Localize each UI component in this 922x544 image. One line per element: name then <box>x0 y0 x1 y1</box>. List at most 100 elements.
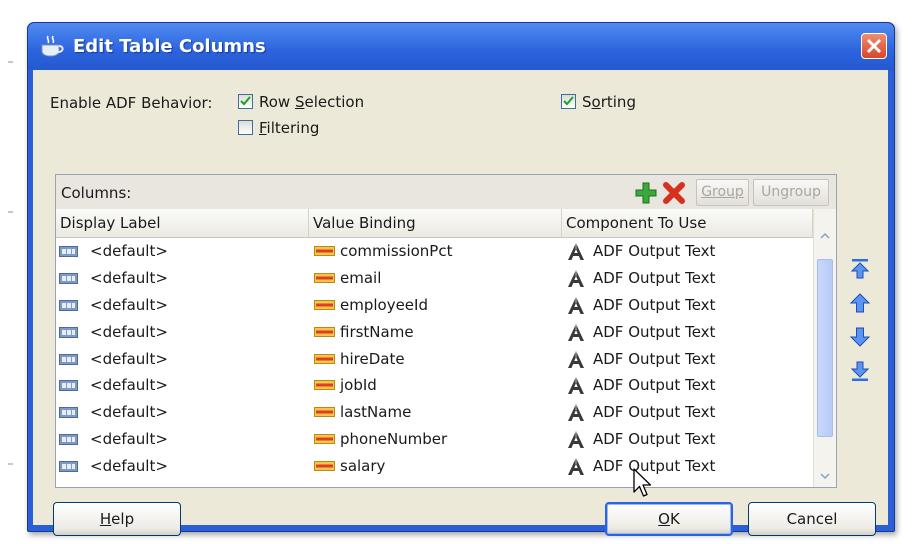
display-label-cell[interactable]: <default> <box>56 265 309 292</box>
binding-icon <box>314 407 335 418</box>
title-bar[interactable]: Edit Table Columns <box>28 23 894 70</box>
help-button[interactable]: Help <box>53 502 181 536</box>
display-label-text: <default> <box>90 403 168 422</box>
table-row[interactable]: <default> lastName ADF Output Text <box>56 399 813 426</box>
value-binding-cell[interactable]: firstName <box>309 319 562 346</box>
move-bottom-icon[interactable] <box>849 360 871 382</box>
value-binding-text: lastName <box>340 403 412 422</box>
vertical-scrollbar[interactable] <box>813 209 836 487</box>
ok-button[interactable]: OK <box>605 502 733 536</box>
component-cell[interactable]: ADF Output Text <box>562 453 813 480</box>
display-label-text: <default> <box>90 295 168 314</box>
value-binding-cell[interactable]: lastName <box>309 399 562 426</box>
component-text: ADF Output Text <box>593 457 716 476</box>
edge-mark <box>8 211 13 213</box>
value-binding-cell[interactable]: jobId <box>309 372 562 399</box>
display-label-cell[interactable]: <default> <box>56 319 309 346</box>
display-label-cell[interactable]: <default> <box>56 453 309 480</box>
scroll-up-arrow-icon[interactable] <box>817 229 833 243</box>
dialog-title: Edit Table Columns <box>73 36 266 57</box>
table-row[interactable]: <default> jobId ADF Output Text <box>56 372 813 399</box>
component-cell[interactable]: ADF Output Text <box>562 238 813 265</box>
component-cell[interactable]: ADF Output Text <box>562 372 813 399</box>
display-label-cell[interactable]: <default> <box>56 372 309 399</box>
component-text: ADF Output Text <box>593 268 716 287</box>
display-label-text: <default> <box>90 349 168 368</box>
component-cell[interactable]: ADF Output Text <box>562 292 813 319</box>
display-label-cell[interactable]: <default> <box>56 426 309 453</box>
table-row[interactable]: <default> employeeId ADF Output Text <box>56 292 813 319</box>
table-row[interactable]: <default> salary ADF Output Text <box>56 453 813 480</box>
output-text-icon <box>568 323 584 341</box>
text-field-icon <box>59 380 78 392</box>
output-text-icon <box>568 431 584 449</box>
group-button[interactable]: Group <box>696 179 749 206</box>
text-field-icon <box>59 434 78 446</box>
add-plus-icon[interactable] <box>634 181 658 205</box>
column-header-value-binding[interactable]: Value Binding <box>309 209 562 237</box>
column-header-component[interactable]: Component To Use <box>562 209 813 237</box>
display-label-cell[interactable]: <default> <box>56 238 309 265</box>
component-cell[interactable]: ADF Output Text <box>562 319 813 346</box>
table-row[interactable]: <default> email ADF Output Text <box>56 265 813 292</box>
component-cell[interactable]: ADF Output Text <box>562 346 813 373</box>
binding-icon <box>314 434 335 445</box>
filtering-checkbox[interactable] <box>238 120 253 135</box>
output-text-icon <box>568 269 584 287</box>
value-binding-text: hireDate <box>340 349 405 368</box>
output-text-icon <box>568 404 584 422</box>
value-binding-cell[interactable]: hireDate <box>309 346 562 373</box>
close-icon <box>866 38 882 54</box>
sorting-checkbox[interactable] <box>561 94 576 109</box>
output-text-icon <box>568 458 584 476</box>
scrollbar-thumb[interactable] <box>817 259 833 437</box>
value-binding-cell[interactable]: email <box>309 265 562 292</box>
table-row[interactable]: <default> commissionPct ADF Output Text <box>56 238 813 265</box>
edit-table-columns-dialog: Edit Table Columns Enable ADF Behavior: … <box>27 22 895 536</box>
binding-icon <box>314 246 335 256</box>
output-text-icon <box>568 296 584 314</box>
value-binding-cell[interactable]: phoneNumber <box>309 426 562 453</box>
display-label-text: <default> <box>90 242 168 260</box>
filtering-label[interactable]: Filtering <box>259 119 319 137</box>
component-text: ADF Output Text <box>593 242 716 260</box>
component-text: ADF Output Text <box>593 295 716 314</box>
move-top-icon[interactable] <box>849 258 871 280</box>
checkmark-icon <box>563 96 574 106</box>
table-body: <default> commissionPct ADF Output Text <de… <box>56 238 813 480</box>
display-label-cell[interactable]: <default> <box>56 399 309 426</box>
close-button[interactable] <box>861 33 887 59</box>
row-selection-label[interactable]: Row Selection <box>259 93 364 111</box>
display-label-cell[interactable]: <default> <box>56 292 309 319</box>
value-binding-text: employeeId <box>340 295 428 314</box>
value-binding-text: salary <box>340 457 386 476</box>
value-binding-cell[interactable]: salary <box>309 453 562 480</box>
move-down-icon[interactable] <box>849 326 871 348</box>
component-cell[interactable]: ADF Output Text <box>562 265 813 292</box>
value-binding-text: email <box>340 268 382 287</box>
edge-mark <box>8 463 13 465</box>
display-label-cell[interactable]: <default> <box>56 346 309 373</box>
output-text-icon <box>568 350 584 368</box>
table-row[interactable]: <default> phoneNumber ADF Output Text <box>56 426 813 453</box>
sorting-label[interactable]: Sorting <box>582 93 636 111</box>
table-row[interactable]: <default> firstName ADF Output Text <box>56 319 813 346</box>
scroll-down-arrow-icon[interactable] <box>817 469 833 483</box>
component-cell[interactable]: ADF Output Text <box>562 399 813 426</box>
column-header-display-label[interactable]: Display Label <box>56 209 309 237</box>
display-label-text: <default> <box>90 268 168 287</box>
table-row[interactable]: <default> hireDate ADF Output Text <box>56 346 813 373</box>
text-field-icon <box>59 353 78 365</box>
text-field-icon <box>59 299 78 311</box>
component-cell[interactable]: ADF Output Text <box>562 426 813 453</box>
value-binding-cell[interactable]: commissionPct <box>309 238 562 265</box>
move-up-icon[interactable] <box>849 292 871 314</box>
display-label-text: <default> <box>90 457 168 476</box>
text-field-icon <box>59 461 78 473</box>
cancel-button[interactable]: Cancel <box>748 502 876 536</box>
columns-label: Columns: <box>61 184 132 202</box>
row-selection-checkbox[interactable] <box>238 94 253 109</box>
ungroup-button[interactable]: Ungroup <box>753 179 829 206</box>
delete-x-icon[interactable] <box>662 181 686 205</box>
value-binding-cell[interactable]: employeeId <box>309 292 562 319</box>
